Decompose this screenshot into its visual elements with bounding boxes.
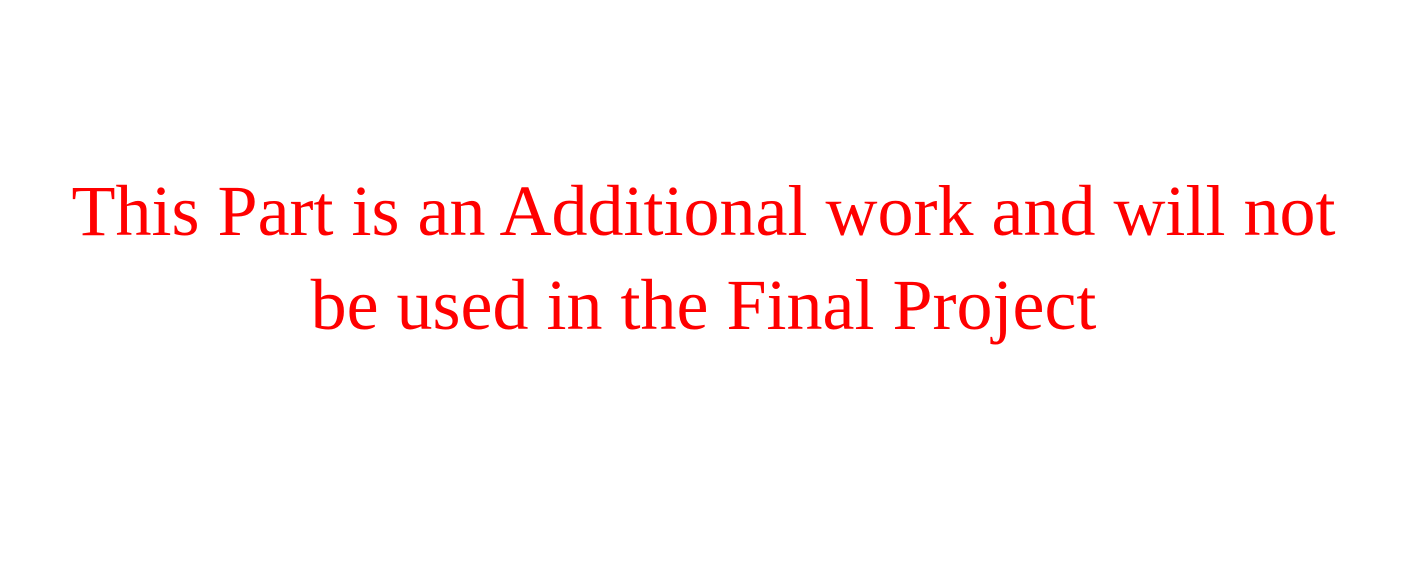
- notice-line-1: This Part is an Additional work and will…: [71, 171, 1336, 251]
- page-canvas: This Part is an Additional work and will…: [0, 0, 1407, 568]
- notice-line-2: be used in the Final Project: [310, 265, 1097, 345]
- notice-text: This Part is an Additional work and will…: [0, 164, 1407, 352]
